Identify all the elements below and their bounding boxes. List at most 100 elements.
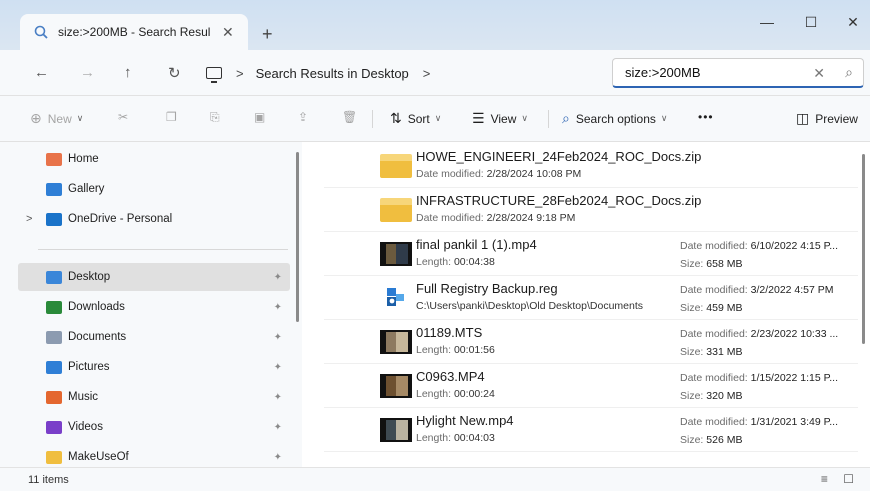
sidebar-item-documents[interactable]: Documents ✦ [18,323,290,351]
search-input[interactable] [625,65,795,80]
maximize-button[interactable]: ☐ [796,14,826,31]
file-list-scrollbar[interactable] [862,154,865,344]
sidebar-item-home[interactable]: Home [18,145,290,173]
pictures-icon [46,360,62,374]
tab-search-results[interactable]: size:>200MB - Search Results i ✕ [20,14,248,50]
detail-value: 2/28/2024 9:18 PM [486,212,576,224]
item-count: 11 items [28,473,69,486]
file-detail: C:\Users\panki\Desktop\Old Desktop\Docum… [416,300,643,312]
sidebar-item-music[interactable]: Music ✦ [18,383,290,411]
cut-icon[interactable]: ✂ [118,110,128,124]
breadcrumb-chevron-icon[interactable]: > [423,66,431,81]
sidebar-item-label: Pictures [68,361,110,373]
forward-button[interactable]: → [80,64,95,81]
search-options-button[interactable]: ⌕ Search options ∨ [562,110,668,127]
up-button[interactable]: ↑ [124,64,132,81]
documents-icon [46,330,62,344]
home-icon [46,152,62,166]
refresh-button[interactable]: ↻ [168,64,181,82]
layout-toggle-icons[interactable]: ≡ ☐ [821,472,860,486]
file-size: Size: 459 MB [680,302,742,314]
file-name[interactable]: INFRASTRUCTURE_28Feb2024_ROC_Docs.zip [416,193,701,208]
view-button[interactable]: ☰ View ∨ [472,110,528,127]
meta-label: Date modified: [680,328,748,340]
more-options-button[interactable]: ••• [698,110,714,124]
sidebar-item-label: Documents [68,331,127,343]
pin-icon: ✦ [273,301,282,313]
file-name[interactable]: final pankil 1 (1).mp4 [416,237,537,252]
file-size: Size: 658 MB [680,258,742,270]
preview-button[interactable]: ◫ Preview [796,110,858,127]
file-name[interactable]: Full Registry Backup.reg [416,281,558,296]
sidebar-item-label: MakeUseOf [68,451,129,463]
detail-label: Date modified: [416,168,484,180]
meta-value: 6/10/2022 4:15 P... [750,240,839,252]
zip-folder-icon [380,198,412,222]
tab-bar: size:>200MB - Search Results i ✕ + — ☐ ✕ [0,0,870,50]
detail-value: 00:04:38 [453,256,495,268]
sidebar-item-videos[interactable]: Videos ✦ [18,413,290,441]
file-row[interactable]: 01189.MTS Length: 00:01:56 Date modified: … [324,320,858,364]
search-icon[interactable]: ⌕ [845,64,853,81]
sidebar-item-downloads[interactable]: Downloads ✦ [18,293,290,321]
rename-icon[interactable]: ▣ [254,110,265,124]
file-list: HOWE_ENGINEERI_24Feb2024_ROC_Docs.zip Dat… [302,142,870,467]
back-button[interactable]: ← [34,64,49,81]
file-row[interactable]: HOWE_ENGINEERI_24Feb2024_ROC_Docs.zip Dat… [324,144,858,188]
file-row[interactable]: Hylight New.mp4 Length: 00:04:03 Date modi… [324,408,858,452]
file-detail: Length: 00:04:03 [416,432,495,444]
pin-icon: ✦ [273,391,282,403]
meta-value: 1/31/2021 3:49 P... [750,416,839,428]
file-name[interactable]: C0963.MP4 [416,369,485,384]
detail-label: Length: [416,344,452,356]
file-name[interactable]: 01189.MTS [416,325,482,340]
breadcrumb-separator: > [236,65,244,81]
new-tab-button[interactable]: + [262,24,273,45]
file-row[interactable]: Full Registry Backup.reg C:\Users\panki\D… [324,276,858,320]
delete-icon[interactable]: 🗑 [342,110,357,124]
file-size: Size: 526 MB [680,434,742,446]
sidebar-scrollbar[interactable] [296,152,299,322]
plus-circle-icon: ⊕ [30,110,42,126]
sidebar-item-gallery[interactable]: Gallery [18,175,290,203]
new-button[interactable]: ⊕ New ∨ [30,110,83,127]
command-divider [372,110,373,128]
meta-value: 658 MB [706,258,743,270]
tab-close-icon[interactable]: ✕ [222,24,234,41]
search-icon [34,25,48,39]
sidebar-item-onedrive-personal[interactable]: > OneDrive - Personal [18,205,290,233]
file-detail: Date modified: 2/28/2024 10:08 PM [416,168,581,180]
file-name[interactable]: Hylight New.mp4 [416,413,514,428]
registry-file-icon [380,286,412,310]
meta-value: 320 MB [706,390,743,402]
search-options-label: Search options [575,111,656,126]
file-detail: Date modified: 2/28/2024 9:18 PM [416,212,575,224]
file-row[interactable]: final pankil 1 (1).mp4 Length: 00:04:38 Da… [324,232,858,276]
paste-icon[interactable]: ⎘ [210,110,220,125]
expand-chevron-icon[interactable]: > [26,213,32,225]
view-label: View [490,111,517,126]
sidebar-item-makeuseof[interactable]: MakeUseOf ✦ [18,443,290,467]
pin-icon: ✦ [273,451,282,463]
file-row[interactable]: C0963.MP4 Length: 00:00:24 Date modified: … [324,364,858,408]
date-modified: Date modified: 2/23/2022 10:33 ... [680,328,838,340]
file-row[interactable]: INFRASTRUCTURE_28Feb2024_ROC_Docs.zip Dat… [324,188,858,232]
share-icon[interactable]: ⇪ [298,110,308,124]
meta-value: 526 MB [706,434,743,446]
video-thumbnail [380,418,412,442]
sidebar-item-desktop[interactable]: Desktop ✦ [18,263,290,291]
sidebar-item-label: Videos [68,421,103,433]
meta-label: Date modified: [680,416,748,428]
sidebar-item-label: Desktop [68,271,111,283]
breadcrumb-location[interactable]: Search Results in Desktop [256,66,409,81]
close-window-button[interactable]: ✕ [838,14,868,31]
view-icon: ☰ [472,110,485,126]
copy-icon[interactable]: ❐ [166,110,177,124]
sort-button[interactable]: ⇅ Sort ∨ [390,110,441,127]
clear-search-icon[interactable]: ✕ [813,65,825,82]
sidebar-item-pictures[interactable]: Pictures ✦ [18,353,290,381]
minimize-button[interactable]: — [752,14,782,30]
file-name[interactable]: HOWE_ENGINEERI_24Feb2024_ROC_Docs.zip [416,149,701,164]
search-box[interactable]: ✕ ⌕ [612,58,864,88]
address-bar[interactable]: > Search Results in Desktop > [206,58,606,88]
